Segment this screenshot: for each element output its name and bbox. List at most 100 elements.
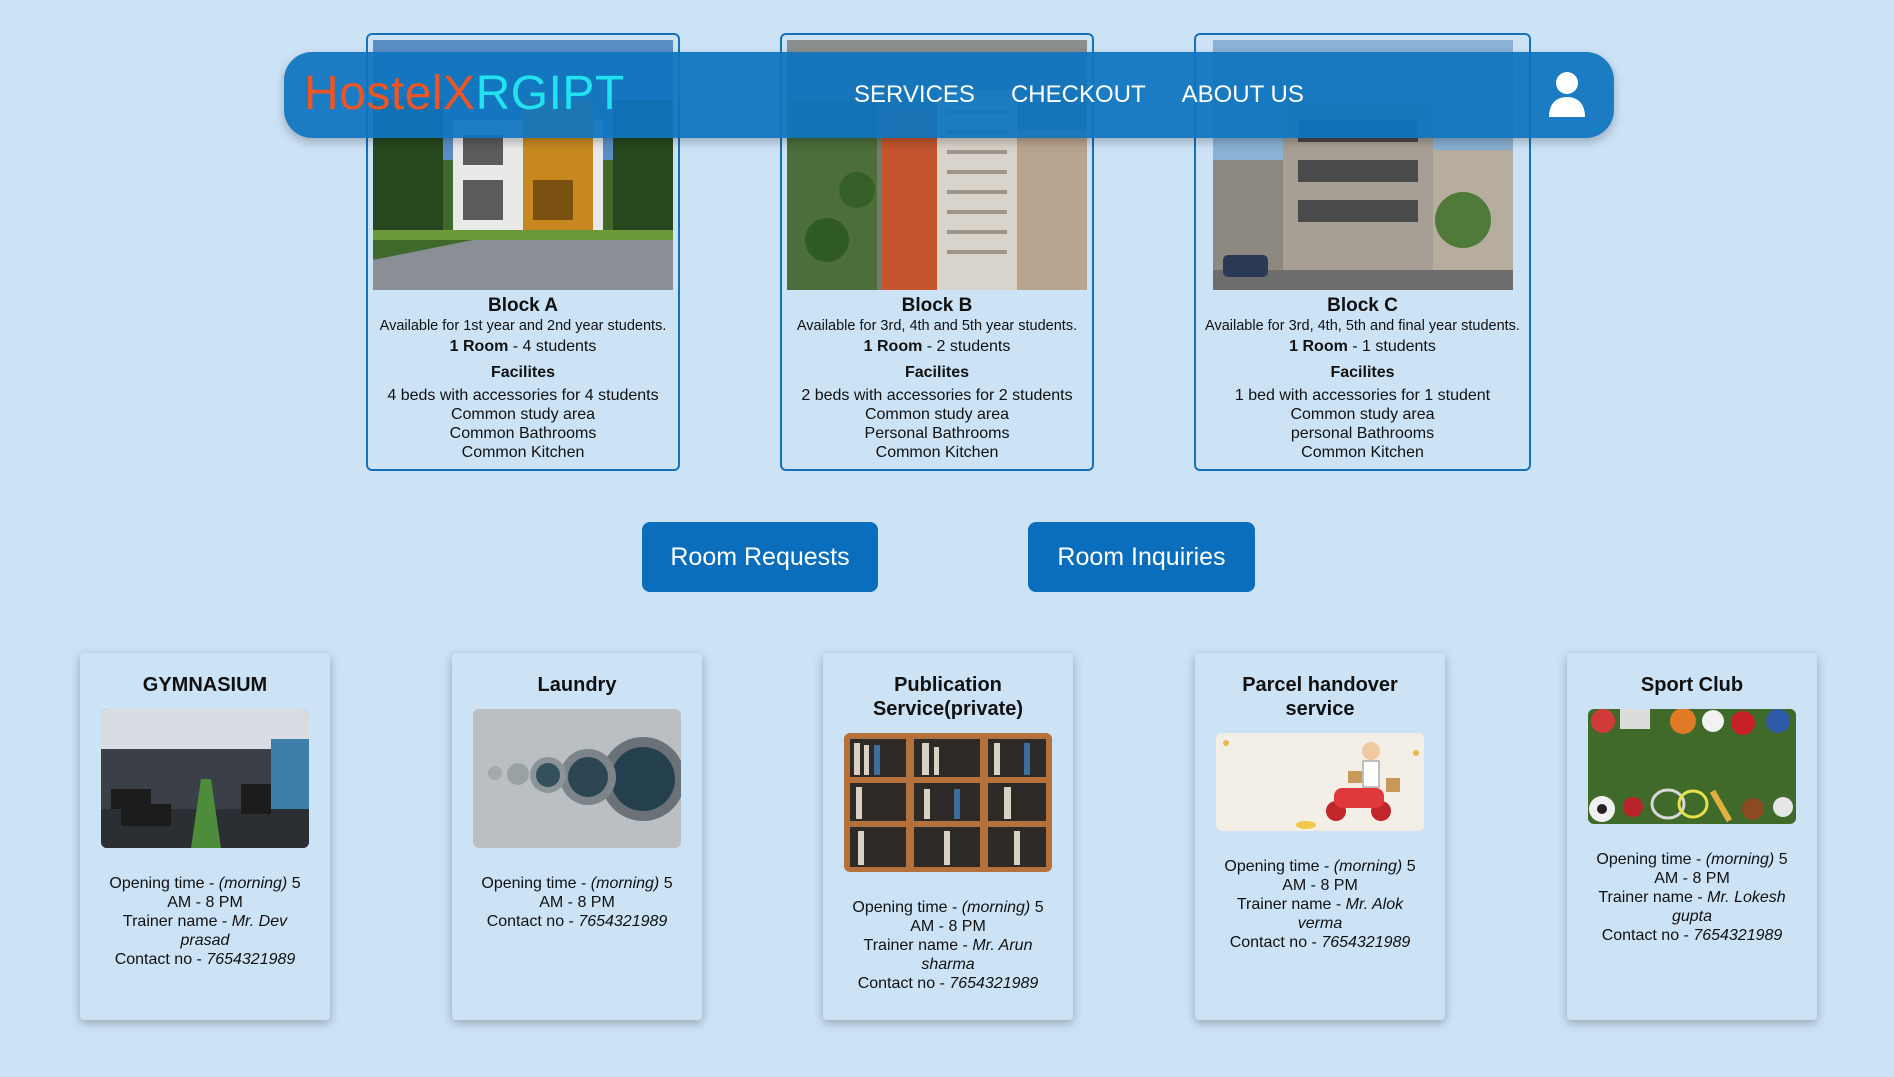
trainer-name: Trainer name - Mr. Alok verma [1213,895,1427,933]
facility-item: 4 beds with accessories for 4 students [387,387,659,404]
service-card-sport-club: Sport Club Opening time - (morning) 5 AM… [1567,653,1817,1020]
contact-no: Contact no - 7654321989 [1213,933,1427,952]
room-requests-button[interactable]: Room Requests [642,522,878,592]
block-c-facilities-title: Facilites [1330,364,1395,381]
facility-item: 2 beds with accessories for 2 students [801,387,1073,404]
service-title: Parcel handover service [1242,674,1398,720]
opening-time: Opening time - (morning) 5 AM - 8 PM [470,874,684,912]
facility-item: Common Kitchen [875,444,999,461]
facility-item: Common study area [1290,406,1435,423]
service-title: GYMNASIUM [142,674,268,696]
opening-period: (morning) [1333,858,1403,875]
opening-period: (morning) [218,875,288,892]
block-b-facilities-title: Facilites [904,364,970,381]
sport-club-image [1588,709,1796,824]
publication-image [844,733,1052,872]
block-b-room-count: 1 Room [863,338,923,355]
block-a-facilities-title: Facilites [490,364,556,381]
contact-label: Contact no - [1229,934,1322,951]
opening-label: Opening time - [852,899,962,916]
block-a-facilities-list: 4 beds with accessories for 4 students C… [368,386,678,462]
opening-time: Opening time - (morning) 5 AM - 8 PM [841,898,1055,936]
opening-label: Opening time - [1596,851,1706,868]
facility-item: Personal Bathrooms [864,425,1010,442]
block-c-availability: Available for 3rd, 4th, 5th and final ye… [1205,318,1520,334]
block-a-room-count: 1 Room [449,338,509,355]
opening-label: Opening time - [481,875,591,892]
contact-label: Contact no - [114,951,207,968]
contact-label: Contact no - [486,913,579,930]
block-b-room-students: - 2 students [922,338,1011,355]
facility-item: Common study area [450,406,596,423]
trainer-name: Trainer name - Mr. Arun sharma [841,936,1055,974]
brand-logo[interactable]: HostelXRGIPT [304,66,625,122]
contact-no: Contact no - 7654321989 [98,950,312,969]
contact-no: Contact no - 7654321989 [841,974,1055,993]
service-card-laundry: Laundry Opening time - (morning) 5 AM - … [452,653,702,1020]
contact-value: 7654321989 [949,975,1039,992]
service-card-publication: Publication Service(private) Opening tim… [823,653,1073,1020]
opening-period: (morning) [961,899,1031,916]
laundry-image [473,709,681,848]
opening-period: (morning) [1705,851,1775,868]
trainer-name: Trainer name - Mr. Dev prasad [98,912,312,950]
opening-period: (morning) [590,875,660,892]
opening-time: Opening time - (morning) 5 AM - 8 PM [98,874,312,912]
facility-item: Common Kitchen [461,444,585,461]
user-icon[interactable] [1548,70,1586,118]
block-a-room: 1 Room - 4 students [368,336,678,358]
service-card-gymnasium: GYMNASIUM Opening time - (morning) 5 AM … [80,653,330,1020]
nav-link-checkout[interactable]: CHECKOUT [1011,80,1146,110]
block-c-title: Block C [1327,295,1398,316]
contact-value: 7654321989 [1693,927,1783,944]
nav-link-about-us[interactable]: ABOUT US [1182,80,1304,110]
brand-part-hostelx: HostelX [304,67,476,120]
facility-item: 1 bed with accessories for 1 student [1234,387,1491,404]
brand-part-rgipt: RGIPT [475,67,625,120]
block-c-facilities-list: 1 bed with accessories for 1 student Com… [1196,386,1529,462]
facility-item: Common Bathrooms [449,425,597,442]
opening-label: Opening time - [109,875,219,892]
block-a-title: Block A [487,295,559,316]
opening-time: Opening time - (morning) 5 AM - 8 PM [1585,850,1799,888]
facility-item: Common study area [864,406,1010,423]
contact-label: Contact no - [857,975,950,992]
trainer-label: Trainer name - [122,913,232,930]
contact-value: 7654321989 [206,951,296,968]
parcel-image [1216,733,1424,831]
facility-item: Common Kitchen [1301,444,1424,461]
gymnasium-image [101,709,309,848]
service-title: Sport Club [1640,674,1744,696]
contact-no: Contact no - 7654321989 [1585,926,1799,945]
block-a-availability: Available for 1st year and 2nd year stud… [379,318,667,334]
service-title: Publication Service(private) [872,674,1024,720]
facility-item: personal Bathrooms [1290,425,1435,442]
service-info: Opening time - (morning) 5 AM - 8 PM Con… [470,874,684,931]
service-card-parcel: Parcel handover service Opening time - (… [1195,653,1445,1020]
trainer-label: Trainer name - [1236,896,1346,913]
block-c-room: 1 Room - 1 students [1196,336,1529,358]
service-title: Laundry [537,674,617,696]
room-inquiries-button[interactable]: Room Inquiries [1028,522,1255,592]
contact-value: 7654321989 [578,913,668,930]
service-info: Opening time - (morning) 5 AM - 8 PM Tra… [841,898,1055,993]
service-info: Opening time - (morning) 5 AM - 8 PM Tra… [1585,850,1799,945]
block-c-room-students: - 1 students [1347,338,1436,355]
opening-time: Opening time - (morning) 5 AM - 8 PM [1213,857,1427,895]
navbar: HostelXRGIPT SERVICES CHECKOUT ABOUT US [284,52,1614,138]
trainer-label: Trainer name - [863,937,973,954]
block-b-room: 1 Room - 2 students [782,336,1092,358]
service-info: Opening time - (morning) 5 AM - 8 PM Tra… [98,874,312,969]
trainer-label: Trainer name - [1598,889,1708,906]
block-a-room-students: - 4 students [508,338,597,355]
block-b-availability: Available for 3rd, 4th and 5th year stud… [796,318,1078,334]
block-c-room-count: 1 Room [1289,338,1348,355]
nav-links: SERVICES CHECKOUT ABOUT US [854,80,1304,110]
service-info: Opening time - (morning) 5 AM - 8 PM Tra… [1213,857,1427,952]
trainer-name: Trainer name - Mr. Lokesh gupta [1585,888,1799,926]
block-b-title: Block B [901,295,973,316]
nav-link-services[interactable]: SERVICES [854,80,975,110]
contact-no: Contact no - 7654321989 [470,912,684,931]
opening-label: Opening time - [1224,858,1334,875]
block-b-facilities-list: 2 beds with accessories for 2 students C… [782,386,1092,462]
